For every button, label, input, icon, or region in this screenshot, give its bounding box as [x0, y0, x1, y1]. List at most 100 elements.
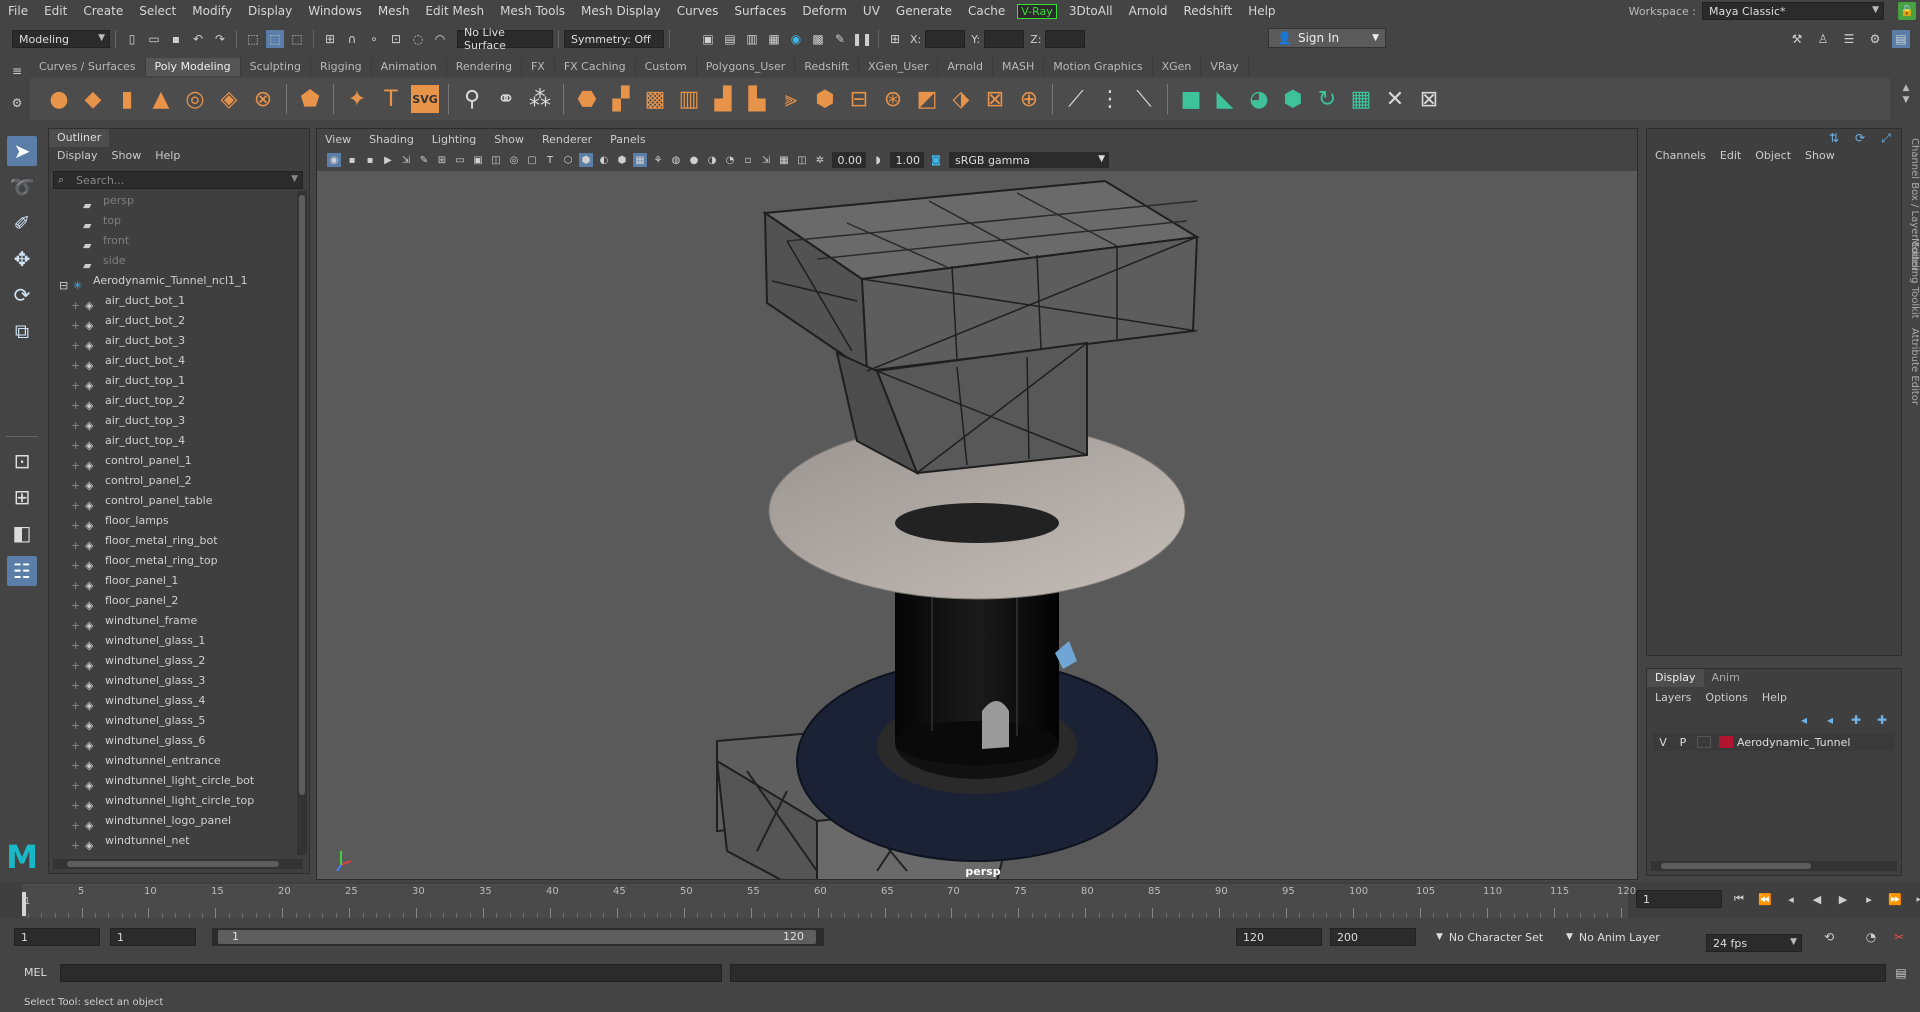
exposure-icon[interactable]: ✲ [813, 153, 827, 167]
new-layer-selected-icon[interactable]: ✚ [1873, 711, 1891, 729]
go-to-start-icon[interactable]: ⏮ [1730, 890, 1748, 908]
snap-view-icon[interactable]: ⊡ [387, 30, 405, 48]
layer-playback[interactable]: P [1673, 736, 1693, 749]
edge-loop-icon[interactable]: ⟋ [1062, 85, 1090, 113]
redo-icon[interactable]: ↷ [211, 30, 229, 48]
layer-visibility[interactable]: V [1653, 736, 1673, 749]
pause-icon[interactable]: ❚❚ [852, 30, 872, 48]
symmetry-field[interactable]: Symmetry: Off [564, 30, 664, 48]
color-space-dropdown[interactable]: sRGB gamma ▼ [949, 152, 1109, 168]
character-controls-icon[interactable]: ♙ [1814, 30, 1832, 48]
cylindrical-map-icon[interactable]: ◣ [1211, 85, 1239, 113]
expand-icon[interactable]: + [71, 736, 81, 752]
extract-icon[interactable]: ▟ [709, 85, 737, 113]
shelf-tab-poly-modeling[interactable]: Poly Modeling [145, 58, 241, 76]
paint-select-icon[interactable]: ✐ [7, 208, 37, 238]
poly-cone-icon[interactable]: ▲ [147, 85, 175, 113]
fps-dropdown[interactable]: 24 fps ▼ [1706, 934, 1802, 952]
menu-v-ray[interactable]: V-Ray [1017, 3, 1057, 19]
layer-tab-display[interactable]: Display [1647, 669, 1704, 687]
z-field[interactable] [1045, 30, 1086, 48]
snap-grid-icon[interactable]: ⊞ [321, 30, 339, 48]
layer-tab-anim[interactable]: Anim [1704, 669, 1748, 687]
gate-mask-icon[interactable]: ◫ [489, 153, 503, 167]
menu-display[interactable]: Display [240, 4, 300, 18]
new-layer-icon[interactable]: ✚ [1847, 711, 1865, 729]
platonic-solid-icon[interactable]: ⬟ [296, 85, 324, 113]
smooth-icon[interactable]: ▩ [641, 85, 669, 113]
layer-row[interactable]: V P Aerodynamic_Tunnel [1653, 733, 1895, 751]
outliner-item[interactable]: + ◈ floor_panel_1 [71, 571, 178, 592]
smooth-shade-icon[interactable]: ⬢ [579, 153, 593, 167]
play-backwards-icon[interactable]: ◀ [1808, 890, 1826, 908]
outliner-item[interactable]: + ◈ windtunnel_light_circle_top [71, 791, 254, 812]
select-object-icon[interactable]: ⬚ [266, 30, 284, 48]
shelf-tab-mash[interactable]: MASH [993, 58, 1045, 76]
select-camera-icon[interactable]: ◉ [327, 153, 341, 167]
poly-cylinder-icon[interactable]: ▮ [113, 85, 141, 113]
shelf-tab-fx[interactable]: FX [522, 58, 555, 76]
light-editor-icon[interactable]: ✎ [831, 30, 849, 48]
menu-arnold[interactable]: Arnold [1121, 4, 1176, 18]
menu-help[interactable]: Help [1240, 4, 1283, 18]
menu-windows[interactable]: Windows [300, 4, 370, 18]
append-polygon-icon[interactable]: ⬗ [947, 85, 975, 113]
spherical-map-icon[interactable]: ◕ [1245, 85, 1273, 113]
outliner-search-input[interactable]: ⌕ Search... ▼ [53, 171, 303, 189]
save-scene-icon[interactable]: ▪ [167, 30, 185, 48]
offset-loop-icon[interactable]: ⟍ [1130, 85, 1158, 113]
image-plane-icon[interactable]: ▶ [381, 153, 395, 167]
shelf-settings-icon[interactable]: ⚙ [8, 94, 26, 112]
expand-icon[interactable]: + [71, 296, 81, 312]
grid-icon[interactable]: ⊞ [435, 153, 449, 167]
safe-title-icon[interactable]: T [543, 153, 557, 167]
xray-active-icon[interactable]: ◫ [795, 153, 809, 167]
x-field[interactable] [925, 30, 966, 48]
menu-deform[interactable]: Deform [794, 4, 855, 18]
separate-icon[interactable]: ▞ [607, 85, 635, 113]
snap-live-icon[interactable]: ◠ [431, 30, 449, 48]
start-time-field[interactable]: 1 [14, 928, 100, 946]
outliner-camera-side[interactable]: ▰ side [83, 251, 126, 272]
snap-surface-icon[interactable]: ◌ [409, 30, 427, 48]
outliner-item[interactable]: + ◈ air_duct_top_4 [71, 431, 185, 452]
menu-select[interactable]: Select [131, 4, 184, 18]
outliner-item[interactable]: + ◈ windtunnel_light_circle_bot [71, 771, 254, 792]
expand-icon[interactable]: + [71, 536, 81, 552]
menu-edit-mesh[interactable]: Edit Mesh [417, 4, 492, 18]
menu-cache[interactable]: Cache [960, 4, 1013, 18]
outliner-group[interactable]: ⊟ ✳ Aerodynamic_Tunnel_ncl1_1 [59, 271, 248, 292]
range-bar[interactable]: 1 120 [212, 928, 824, 946]
outliner-item[interactable]: + ◈ windtunel_glass_2 [71, 651, 205, 672]
attribute-editor-icon[interactable]: ☰ [1840, 30, 1858, 48]
two-view-icon[interactable]: ◧ [7, 518, 37, 548]
outliner-item[interactable]: + ◈ floor_lamps [71, 511, 169, 532]
expand-icon[interactable]: + [71, 656, 81, 672]
tool-settings-icon[interactable]: ⚙ [1866, 30, 1884, 48]
shelf-tab-rigging[interactable]: Rigging [311, 58, 372, 76]
render-sequence-icon[interactable]: ▤ [721, 30, 739, 48]
combine-icon[interactable]: ⬣ [573, 85, 601, 113]
snap-curve-icon[interactable]: ∩ [343, 30, 361, 48]
outliner-item[interactable]: + ◈ windtunel_glass_4 [71, 691, 205, 712]
gamma-icon[interactable]: ◗ [871, 153, 885, 167]
sweep-icon[interactable]: ⚭ [492, 85, 520, 113]
outliner-horizontal-scrollbar[interactable] [53, 859, 303, 869]
outliner-item[interactable]: + ◈ windtunnel_logo_panel [71, 811, 231, 832]
select-component-icon[interactable]: ⬚ [288, 30, 306, 48]
outliner-item[interactable]: + ◈ windtunel_glass_1 [71, 631, 205, 652]
camera-attributes-icon[interactable]: ▪ [345, 153, 359, 167]
channel-sync-icon[interactable]: ⇅ [1825, 129, 1843, 147]
shelf-tab-arnold[interactable]: Arnold [938, 58, 993, 76]
unfold-icon[interactable]: ✕ [1381, 85, 1409, 113]
layer-editor-scrollbar[interactable] [1651, 861, 1897, 871]
ipr-render-icon[interactable]: ▥ [743, 30, 761, 48]
outliner-item[interactable]: + ◈ air_duct_top_3 [71, 411, 185, 432]
auto-key-icon[interactable]: ◔ [1862, 928, 1880, 946]
viewport-menu-lighting[interactable]: Lighting [432, 133, 476, 146]
expand-icon[interactable]: + [71, 396, 81, 412]
xray-joints-icon[interactable]: ▦ [777, 153, 791, 167]
fill-hole-icon[interactable]: ◩ [913, 85, 941, 113]
move-tool-icon[interactable]: ✥ [7, 244, 37, 274]
default-material-icon[interactable]: ◐ [597, 153, 611, 167]
